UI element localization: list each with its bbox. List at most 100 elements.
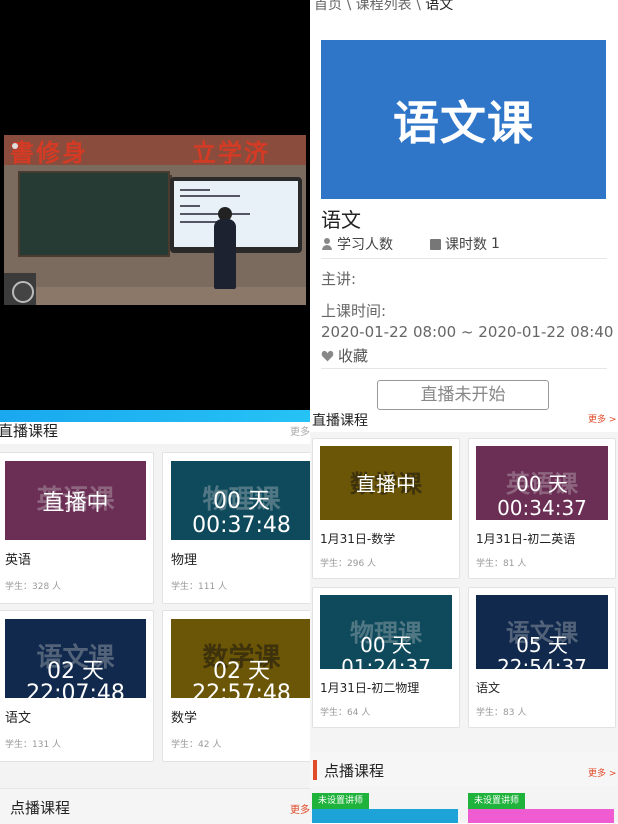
countdown-days: 00 天 bbox=[516, 472, 568, 496]
divider bbox=[321, 258, 607, 259]
live-status-button[interactable]: 直播未开始 bbox=[377, 380, 549, 410]
student-count: 学生：64 人 bbox=[320, 708, 371, 718]
course-card[interactable]: 物理课 00 天 00:37:48 物理 学生：111 人 bbox=[162, 452, 318, 604]
countdown-days: 05 天 bbox=[516, 633, 568, 657]
countdown-time: 01:24:37 bbox=[341, 655, 431, 669]
live-course-section-left: 直播课程 更多 英语课 直播中 英语 学生：328 人 物理课 00 天 00:… bbox=[0, 410, 318, 824]
live-course-section-right: 直播课程 更多 > 数学课 直播中 1月31日-数学 学生：296 人 英语课 … bbox=[310, 410, 618, 823]
course-thumbnail: 数学课 02 天 22:57:48 bbox=[171, 619, 312, 698]
vod-section-header: 点播课程 更多 > bbox=[310, 752, 618, 787]
vod-section-header: 点播课程 更多 bbox=[0, 788, 310, 824]
chalkboard bbox=[18, 171, 170, 257]
heart-icon bbox=[321, 350, 334, 361]
favorite-label: 收藏 bbox=[338, 347, 369, 365]
divider bbox=[321, 368, 607, 369]
course-name: 1月31日-数学 bbox=[320, 532, 396, 546]
course-card[interactable]: 数学课 直播中 1月31日-数学 学生：296 人 bbox=[312, 438, 460, 579]
lesson-count: 课时数 1 bbox=[430, 234, 500, 254]
video-player[interactable]: 書修身 立学济 bbox=[0, 0, 310, 410]
breadcrumb-current: 语文 bbox=[425, 0, 454, 13]
countdown-time: 00:34:37 bbox=[497, 496, 587, 520]
course-name: 语文 bbox=[476, 681, 501, 695]
course-card[interactable]: 英语课 00 天 00:34:37 1月31日-初二英语 学生：81 人 bbox=[468, 438, 616, 579]
classroom-video-frame[interactable]: 書修身 立学济 bbox=[4, 135, 306, 305]
course-cover-image: 语文课 bbox=[321, 40, 606, 199]
section-marker bbox=[313, 760, 317, 780]
user-icon bbox=[321, 238, 333, 250]
breadcrumb-separator: \ bbox=[346, 0, 352, 13]
classroom-floor bbox=[4, 287, 306, 305]
course-card[interactable]: 语文课 02 天 22:07:48 语文 学生：131 人 bbox=[0, 610, 154, 762]
smart-board-screen bbox=[174, 181, 298, 247]
student-count: 学生：131 人 bbox=[5, 740, 62, 750]
countdown-days: 00 天 bbox=[213, 489, 270, 514]
vod-course-card[interactable]: 未设置讲师 bbox=[312, 793, 458, 823]
more-link[interactable]: 更多 bbox=[290, 801, 310, 816]
course-thumbnail: 语文课 05 天 22:54:37 bbox=[476, 595, 608, 669]
student-count: 学生：81 人 bbox=[476, 559, 527, 569]
course-thumbnail: 语文课 02 天 22:07:48 bbox=[5, 619, 146, 698]
course-card[interactable]: 数学课 02 天 22:57:48 数学 学生：42 人 bbox=[162, 610, 318, 762]
course-name: 物理 bbox=[171, 553, 198, 568]
smart-board bbox=[170, 177, 302, 253]
class-time-label: 上课时间: bbox=[321, 302, 387, 320]
student-count: 学生：111 人 bbox=[171, 582, 228, 592]
vod-thumbnail bbox=[468, 809, 614, 823]
countdown-time: 22:57:48 bbox=[192, 681, 291, 698]
course-name: 1月31日-初二物理 bbox=[320, 681, 420, 695]
countdown-days: 00 天 bbox=[360, 633, 412, 657]
vod-course-card[interactable]: 未设置讲师 bbox=[468, 793, 614, 823]
breadcrumb-course-list[interactable]: 课程列表 bbox=[356, 0, 412, 13]
section-title: 直播课程 bbox=[312, 413, 368, 429]
vod-thumbnail bbox=[312, 809, 458, 823]
breadcrumb: 首页 \ 课程列表 \ 语文 bbox=[314, 0, 453, 14]
lesson-count-value: 1 bbox=[491, 236, 500, 252]
course-thumbnail: 物理课 00 天 01:24:37 bbox=[320, 595, 452, 669]
favorite-button[interactable]: 收藏 bbox=[321, 345, 368, 366]
learner-count: 学习人数 bbox=[321, 234, 393, 254]
book-icon bbox=[430, 238, 441, 250]
countdown-time: 22:54:37 bbox=[497, 655, 587, 669]
section-header: 直播课程 更多 > bbox=[310, 410, 618, 432]
school-logo-icon bbox=[12, 281, 34, 303]
course-name: 数学 bbox=[171, 711, 198, 726]
course-thumbnail: 数学课 直播中 bbox=[320, 446, 452, 520]
lecturer-label: 主讲: bbox=[321, 270, 357, 288]
course-detail-panel: 首页 \ 课程列表 \ 语文 语文课 语文 学习人数 课时数 1 主讲: 上课时… bbox=[310, 0, 618, 410]
vod-section-title: 点播课程 bbox=[10, 799, 71, 817]
course-cover-text: 语文课 bbox=[393, 95, 534, 150]
vod-section-title: 点播课程 bbox=[324, 762, 385, 780]
breadcrumb-home[interactable]: 首页 bbox=[314, 0, 342, 13]
learner-count-label: 学习人数 bbox=[337, 237, 393, 253]
course-thumbnail: 物理课 00 天 00:37:48 bbox=[171, 461, 312, 540]
course-name: 语文 bbox=[5, 711, 32, 726]
banner-text-right: 立学济 bbox=[192, 138, 270, 167]
breadcrumb-separator: \ bbox=[416, 0, 421, 13]
course-thumbnail: 英语课 00 天 00:34:37 bbox=[476, 446, 608, 520]
section-title: 直播课程 bbox=[0, 422, 59, 440]
more-link[interactable]: 更多 bbox=[290, 423, 310, 438]
class-time-value: 2020-01-22 08:00 ~ 2020-01-22 08:40 bbox=[321, 323, 614, 341]
course-card[interactable]: 语文课 05 天 22:54:37 语文 学生：83 人 bbox=[468, 587, 616, 728]
course-name: 1月31日-初二英语 bbox=[476, 532, 576, 546]
course-title: 语文 bbox=[321, 208, 361, 232]
no-lecturer-tag: 未设置讲师 bbox=[468, 793, 526, 809]
banner-text-left: 書修身 bbox=[10, 138, 88, 167]
section-header: 直播课程 更多 bbox=[0, 422, 310, 444]
more-link[interactable]: 更多 > bbox=[588, 766, 616, 779]
student-count: 学生：296 人 bbox=[320, 559, 377, 569]
student-count: 学生：83 人 bbox=[476, 708, 527, 718]
more-link[interactable]: 更多 > bbox=[588, 412, 616, 425]
live-status: 直播中 bbox=[42, 491, 109, 516]
student-count: 学生：42 人 bbox=[171, 740, 222, 750]
course-thumbnail: 英语课 直播中 bbox=[5, 461, 146, 540]
student-count: 学生：328 人 bbox=[5, 582, 62, 592]
classroom-banner: 書修身 立学济 bbox=[4, 135, 306, 167]
lesson-count-label: 课时数 bbox=[445, 237, 487, 253]
live-status: 直播中 bbox=[356, 472, 416, 496]
countdown-time: 22:07:48 bbox=[26, 681, 125, 698]
course-card[interactable]: 英语课 直播中 英语 学生：328 人 bbox=[0, 452, 154, 604]
course-card[interactable]: 物理课 00 天 01:24:37 1月31日-初二物理 学生：64 人 bbox=[312, 587, 460, 728]
no-lecturer-tag: 未设置讲师 bbox=[312, 793, 370, 809]
teacher-figure bbox=[214, 219, 236, 289]
